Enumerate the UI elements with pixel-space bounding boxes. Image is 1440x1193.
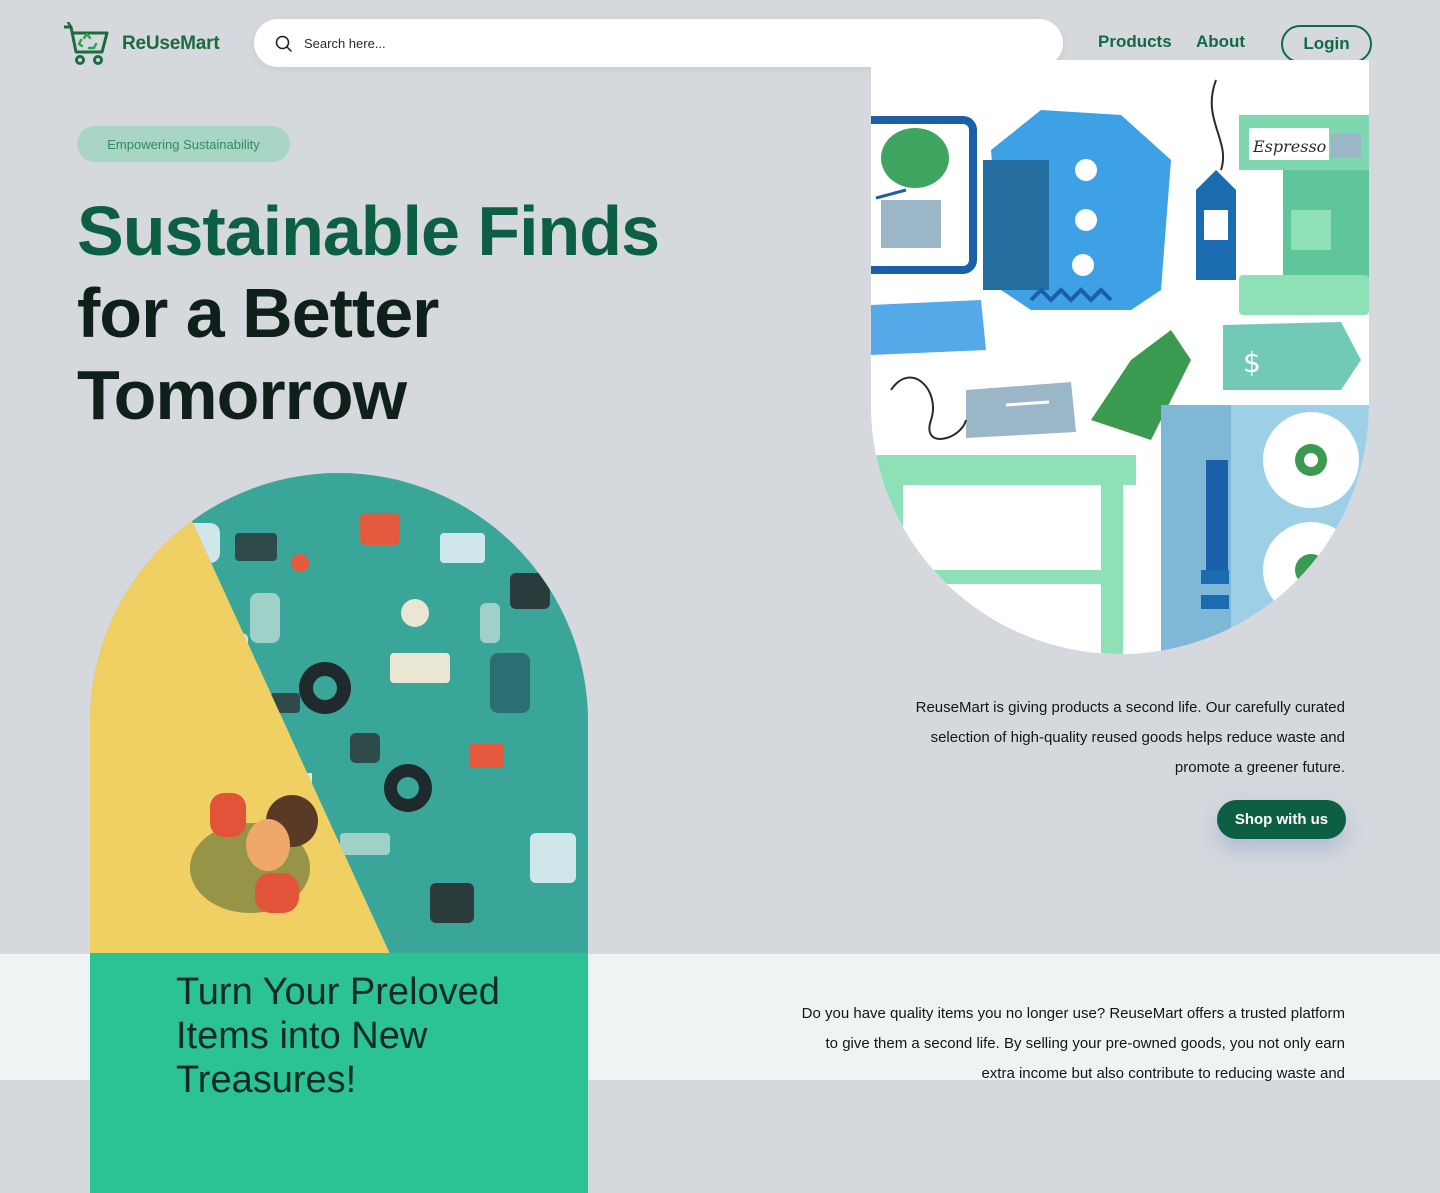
hero-headline: Sustainable Finds for a Better Tomorrow (77, 190, 660, 436)
recycle-cart-icon (64, 22, 109, 65)
headline-line-3: Tomorrow (77, 356, 407, 434)
secondhand-goods-illustration: Espresso $ (871, 60, 1369, 654)
nav-about[interactable]: About (1196, 32, 1245, 52)
svg-text:Espresso: Espresso (1252, 137, 1326, 156)
search-icon (274, 34, 292, 52)
section-description: Do you have quality items you no longer … (801, 1005, 1345, 1082)
search-input[interactable] (302, 34, 1026, 52)
hero-description: ReuseMart is giving products a second li… (915, 699, 1345, 776)
login-button[interactable]: Login (1281, 25, 1372, 63)
headline-accent: Sustainable Finds (77, 192, 660, 270)
svg-text:$: $ (1243, 346, 1261, 379)
brand-name: ReUseMart (122, 33, 220, 54)
section-title: Turn Your Preloved Items into New Treasu… (176, 971, 500, 1101)
headline-line-2: for a Better (77, 274, 439, 352)
shop-with-us-button[interactable]: Shop with us (1217, 800, 1346, 839)
tagline-badge: Empowering Sustainability (77, 126, 290, 162)
nav-products[interactable]: Products (1098, 32, 1172, 52)
logo[interactable]: ReUseMart (62, 22, 220, 66)
